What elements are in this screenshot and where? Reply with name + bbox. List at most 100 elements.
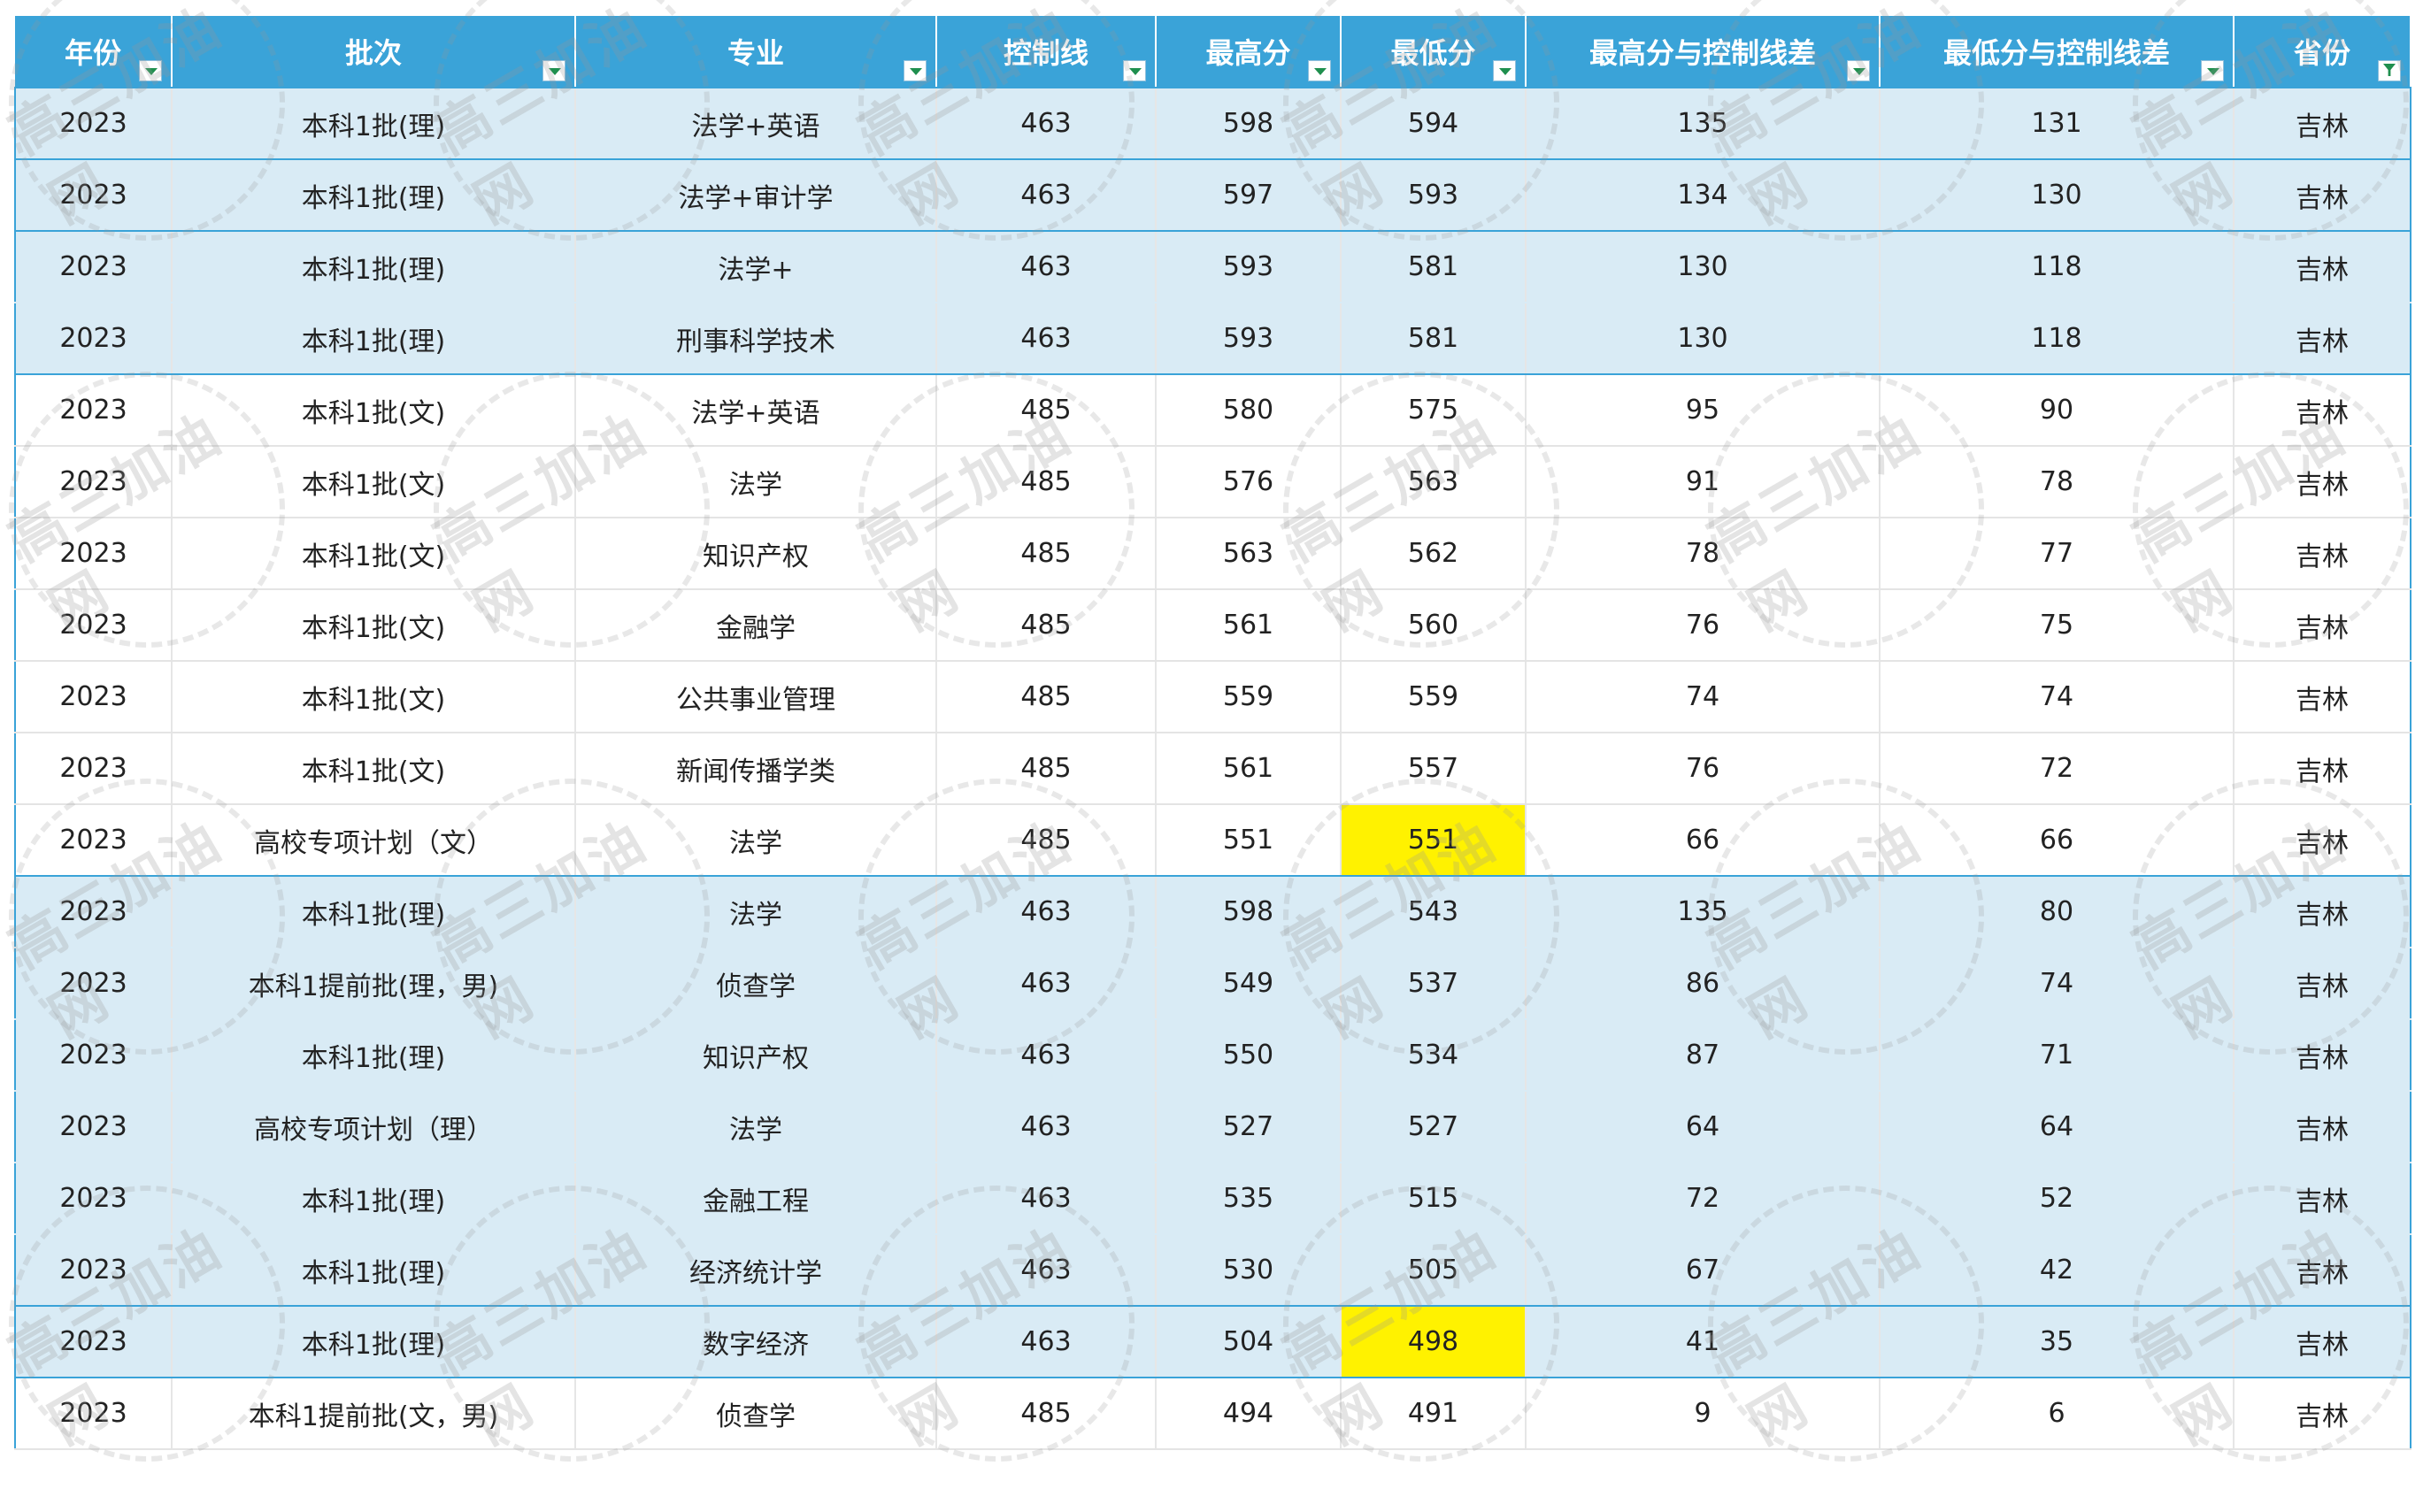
cell-max-diff[interactable]: 87 — [1526, 1019, 1881, 1092]
cell-control-line[interactable]: 463 — [936, 1019, 1157, 1092]
cell-batch[interactable]: 本科1批(理) — [172, 231, 576, 303]
cell-min-diff[interactable]: 75 — [1880, 589, 2235, 662]
cell-province[interactable]: 吉林 — [2234, 948, 2411, 1020]
cell-max-score[interactable]: 504 — [1156, 1306, 1342, 1378]
cell-year[interactable]: 2023 — [14, 1163, 173, 1235]
cell-min-score[interactable]: 505 — [1341, 1234, 1527, 1307]
cell-min-diff[interactable]: 130 — [1880, 159, 2235, 232]
cell-max-diff[interactable]: 130 — [1526, 231, 1881, 303]
cell-major[interactable]: 法学+审计学 — [575, 159, 937, 232]
cell-min-diff[interactable]: 118 — [1880, 231, 2235, 303]
cell-max-diff[interactable]: 134 — [1526, 159, 1881, 232]
cell-min-score[interactable]: 575 — [1341, 374, 1527, 447]
cell-batch[interactable]: 高校专项计划（文） — [172, 804, 576, 877]
col-header-max-diff[interactable]: 最高分与控制线差 — [1526, 16, 1881, 88]
cell-min-score[interactable]: 491 — [1341, 1378, 1527, 1450]
cell-max-diff[interactable]: 41 — [1526, 1306, 1881, 1378]
cell-min-score[interactable]: 594 — [1341, 88, 1527, 160]
cell-batch[interactable]: 本科1批(理) — [172, 876, 576, 948]
cell-control-line[interactable]: 463 — [936, 1163, 1157, 1235]
cell-year[interactable]: 2023 — [14, 1306, 173, 1378]
cell-max-score[interactable]: 561 — [1156, 733, 1342, 805]
cell-batch[interactable]: 本科1提前批(理，男) — [172, 948, 576, 1020]
cell-major[interactable]: 知识产权 — [575, 1019, 937, 1092]
cell-batch[interactable]: 本科1批(文) — [172, 446, 576, 518]
cell-max-score[interactable]: 580 — [1156, 374, 1342, 447]
cell-batch[interactable]: 本科1批(理) — [172, 1163, 576, 1235]
cell-province[interactable]: 吉林 — [2234, 374, 2411, 447]
filter-dropdown-icon[interactable] — [1493, 60, 1516, 81]
cell-major[interactable]: 数字经济 — [575, 1306, 937, 1378]
cell-max-diff[interactable]: 95 — [1526, 374, 1881, 447]
cell-year[interactable]: 2023 — [14, 589, 173, 662]
cell-major[interactable]: 法学 — [575, 1091, 937, 1163]
cell-control-line[interactable]: 485 — [936, 804, 1157, 877]
cell-max-score[interactable]: 597 — [1156, 159, 1342, 232]
col-header-year[interactable]: 年份 — [15, 16, 173, 88]
cell-min-score[interactable]: 537 — [1341, 948, 1527, 1020]
cell-min-diff[interactable]: 80 — [1880, 876, 2235, 948]
cell-max-diff[interactable]: 66 — [1526, 804, 1881, 877]
cell-min-diff[interactable]: 42 — [1880, 1234, 2235, 1307]
cell-max-diff[interactable]: 78 — [1526, 518, 1881, 590]
cell-year[interactable]: 2023 — [14, 1234, 173, 1307]
cell-major[interactable]: 法学+英语 — [575, 88, 937, 160]
cell-major[interactable]: 侦查学 — [575, 948, 937, 1020]
col-header-major[interactable]: 专业 — [575, 16, 937, 88]
cell-province[interactable]: 吉林 — [2234, 733, 2411, 805]
cell-year[interactable]: 2023 — [14, 876, 173, 948]
cell-year[interactable]: 2023 — [14, 231, 173, 303]
cell-province[interactable]: 吉林 — [2234, 518, 2411, 590]
cell-major[interactable]: 公共事业管理 — [575, 661, 937, 733]
cell-batch[interactable]: 本科1批(理) — [172, 303, 576, 375]
cell-max-score[interactable]: 593 — [1156, 303, 1342, 375]
cell-province[interactable]: 吉林 — [2234, 661, 2411, 733]
cell-min-score[interactable]: 562 — [1341, 518, 1527, 590]
cell-control-line[interactable]: 463 — [936, 1234, 1157, 1307]
cell-min-score[interactable]: 551 — [1341, 804, 1527, 877]
cell-min-diff[interactable]: 72 — [1880, 733, 2235, 805]
cell-min-diff[interactable]: 90 — [1880, 374, 2235, 447]
cell-max-score[interactable]: 535 — [1156, 1163, 1342, 1235]
cell-max-diff[interactable]: 64 — [1526, 1091, 1881, 1163]
cell-batch[interactable]: 本科1批(理) — [172, 159, 576, 232]
cell-batch[interactable]: 本科1批(理) — [172, 1234, 576, 1307]
cell-province[interactable]: 吉林 — [2234, 1306, 2411, 1378]
cell-max-diff[interactable]: 67 — [1526, 1234, 1881, 1307]
cell-province[interactable]: 吉林 — [2234, 231, 2411, 303]
cell-province[interactable]: 吉林 — [2234, 88, 2411, 160]
cell-min-score[interactable]: 543 — [1341, 876, 1527, 948]
cell-year[interactable]: 2023 — [14, 518, 173, 590]
cell-province[interactable]: 吉林 — [2234, 589, 2411, 662]
cell-max-score[interactable]: 530 — [1156, 1234, 1342, 1307]
cell-min-score[interactable]: 534 — [1341, 1019, 1527, 1092]
cell-control-line[interactable]: 463 — [936, 303, 1157, 375]
cell-batch[interactable]: 本科1批(文) — [172, 661, 576, 733]
cell-control-line[interactable]: 485 — [936, 661, 1157, 733]
cell-province[interactable]: 吉林 — [2234, 446, 2411, 518]
cell-min-score[interactable]: 557 — [1341, 733, 1527, 805]
filter-dropdown-icon[interactable] — [139, 60, 162, 81]
cell-min-score[interactable]: 515 — [1341, 1163, 1527, 1235]
cell-major[interactable]: 新闻传播学类 — [575, 733, 937, 805]
cell-max-diff[interactable]: 76 — [1526, 589, 1881, 662]
cell-batch[interactable]: 本科1批(文) — [172, 518, 576, 590]
filter-dropdown-icon[interactable] — [904, 60, 927, 81]
col-header-batch[interactable]: 批次 — [172, 16, 576, 88]
cell-max-score[interactable]: 527 — [1156, 1091, 1342, 1163]
cell-batch[interactable]: 本科1批(理) — [172, 1019, 576, 1092]
cell-major[interactable]: 法学 — [575, 804, 937, 877]
cell-min-score[interactable]: 593 — [1341, 159, 1527, 232]
cell-year[interactable]: 2023 — [14, 948, 173, 1020]
cell-province[interactable]: 吉林 — [2234, 804, 2411, 877]
cell-major[interactable]: 法学+英语 — [575, 374, 937, 447]
cell-control-line[interactable]: 485 — [936, 589, 1157, 662]
cell-max-diff[interactable]: 91 — [1526, 446, 1881, 518]
cell-min-diff[interactable]: 131 — [1880, 88, 2235, 160]
cell-year[interactable]: 2023 — [14, 88, 173, 160]
cell-max-score[interactable]: 598 — [1156, 88, 1342, 160]
col-header-province[interactable]: 省份 — [2234, 16, 2411, 88]
cell-max-score[interactable]: 549 — [1156, 948, 1342, 1020]
cell-min-diff[interactable]: 64 — [1880, 1091, 2235, 1163]
cell-min-score[interactable]: 581 — [1341, 303, 1527, 375]
